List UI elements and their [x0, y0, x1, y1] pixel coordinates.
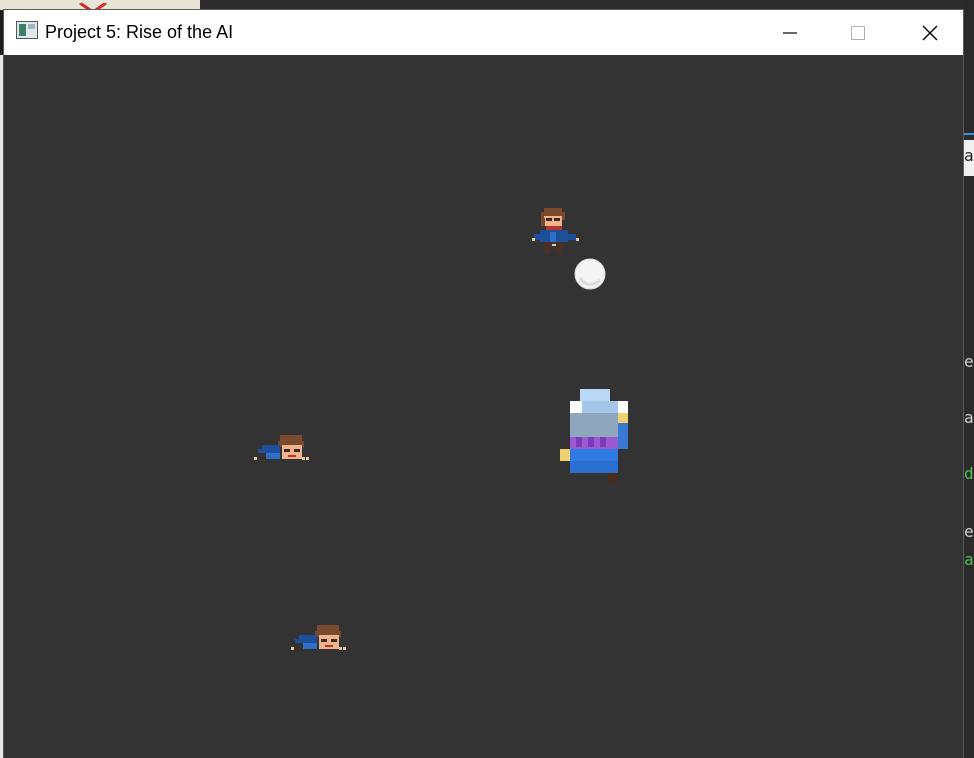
minimize-button[interactable]: [767, 10, 813, 55]
background-text-fragment: d: [964, 464, 974, 483]
background-text-fragment: a: [964, 408, 974, 427]
window-title: Project 5: Rise of the AI: [45, 22, 234, 42]
background-editor-pane: a e a d e a: [963, 0, 974, 758]
game-canvas[interactable]: [4, 55, 963, 758]
background-text-fragment: e: [964, 352, 974, 371]
game-window: Project 5: Rise of the AI: [4, 10, 963, 758]
maximize-icon: [851, 25, 865, 40]
background-text-fragment: a: [964, 146, 974, 165]
background-text-fragment: a: [964, 550, 974, 569]
close-button[interactable]: [907, 10, 953, 55]
player-mage-sprite: [560, 389, 628, 483]
window-app-icon[interactable]: [16, 21, 38, 39]
snowball-sprite: [574, 258, 606, 290]
enemy-knocked-down-2-sprite: [291, 625, 346, 650]
title-bar[interactable]: Project 5: Rise of the AI: [4, 10, 963, 55]
enemy-knocked-down-1-sprite: [254, 435, 309, 460]
enemy-standing-sprite: [532, 208, 579, 254]
background-text-fragment: e: [964, 522, 974, 541]
background-red-chevron-icon: [78, 0, 108, 10]
background-editor-accent: [963, 133, 974, 135]
minimize-icon: [783, 31, 797, 34]
close-icon: [922, 25, 938, 40]
maximize-button[interactable]: [835, 10, 881, 55]
